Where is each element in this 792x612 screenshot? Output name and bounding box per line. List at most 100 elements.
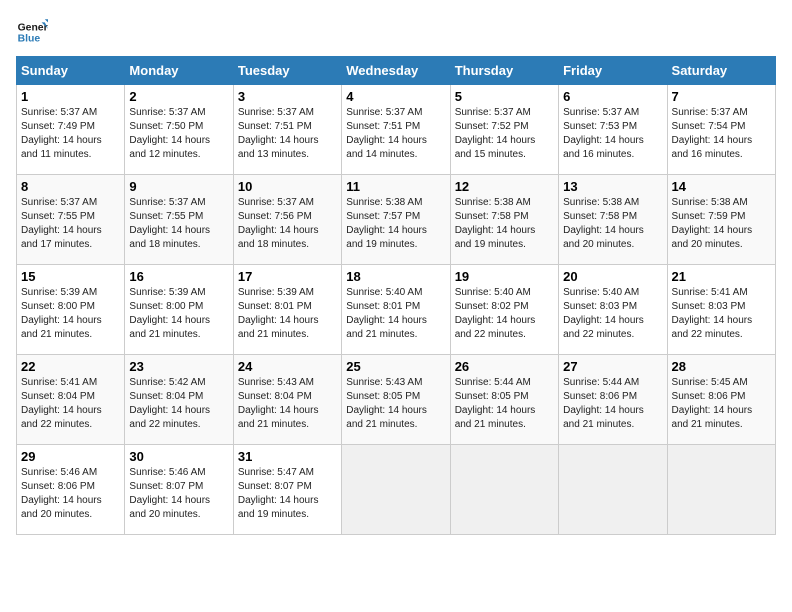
- day-info: Sunrise: 5:37 AMSunset: 7:54 PMDaylight:…: [672, 107, 753, 160]
- empty-cell: [342, 445, 450, 535]
- day-info: Sunrise: 5:44 AMSunset: 8:06 PMDaylight:…: [563, 377, 644, 430]
- day-info: Sunrise: 5:42 AMSunset: 8:04 PMDaylight:…: [129, 377, 210, 430]
- day-info: Sunrise: 5:39 AMSunset: 8:00 PMDaylight:…: [21, 287, 102, 340]
- day-info: Sunrise: 5:41 AMSunset: 8:03 PMDaylight:…: [672, 287, 753, 340]
- day-info: Sunrise: 5:46 AMSunset: 8:06 PMDaylight:…: [21, 467, 102, 520]
- svg-text:Blue: Blue: [18, 34, 41, 45]
- day-cell-23: 23 Sunrise: 5:42 AMSunset: 8:04 PMDaylig…: [125, 355, 233, 445]
- header-wednesday: Wednesday: [342, 57, 450, 85]
- header-friday: Friday: [559, 57, 667, 85]
- day-cell-4: 4 Sunrise: 5:37 AMSunset: 7:51 PMDayligh…: [342, 85, 450, 175]
- calendar-header-row: SundayMondayTuesdayWednesdayThursdayFrid…: [17, 57, 776, 85]
- day-cell-7: 7 Sunrise: 5:37 AMSunset: 7:54 PMDayligh…: [667, 85, 775, 175]
- day-number: 22: [21, 359, 120, 374]
- day-cell-22: 22 Sunrise: 5:41 AMSunset: 8:04 PMDaylig…: [17, 355, 125, 445]
- day-cell-13: 13 Sunrise: 5:38 AMSunset: 7:58 PMDaylig…: [559, 175, 667, 265]
- day-cell-31: 31 Sunrise: 5:47 AMSunset: 8:07 PMDaylig…: [233, 445, 341, 535]
- day-info: Sunrise: 5:39 AMSunset: 8:01 PMDaylight:…: [238, 287, 319, 340]
- day-number: 4: [346, 89, 445, 104]
- day-number: 8: [21, 179, 120, 194]
- day-number: 27: [563, 359, 662, 374]
- day-number: 23: [129, 359, 228, 374]
- empty-cell: [559, 445, 667, 535]
- day-info: Sunrise: 5:43 AMSunset: 8:04 PMDaylight:…: [238, 377, 319, 430]
- day-info: Sunrise: 5:37 AMSunset: 7:55 PMDaylight:…: [129, 197, 210, 250]
- day-info: Sunrise: 5:39 AMSunset: 8:00 PMDaylight:…: [129, 287, 210, 340]
- calendar-table: SundayMondayTuesdayWednesdayThursdayFrid…: [16, 56, 776, 535]
- day-cell-30: 30 Sunrise: 5:46 AMSunset: 8:07 PMDaylig…: [125, 445, 233, 535]
- day-number: 24: [238, 359, 337, 374]
- day-info: Sunrise: 5:38 AMSunset: 7:58 PMDaylight:…: [455, 197, 536, 250]
- day-cell-1: 1 Sunrise: 5:37 AMSunset: 7:49 PMDayligh…: [17, 85, 125, 175]
- day-cell-8: 8 Sunrise: 5:37 AMSunset: 7:55 PMDayligh…: [17, 175, 125, 265]
- day-number: 16: [129, 269, 228, 284]
- day-number: 19: [455, 269, 554, 284]
- day-number: 29: [21, 449, 120, 464]
- calendar-week-1: 1 Sunrise: 5:37 AMSunset: 7:49 PMDayligh…: [17, 85, 776, 175]
- day-cell-16: 16 Sunrise: 5:39 AMSunset: 8:00 PMDaylig…: [125, 265, 233, 355]
- day-cell-6: 6 Sunrise: 5:37 AMSunset: 7:53 PMDayligh…: [559, 85, 667, 175]
- day-info: Sunrise: 5:37 AMSunset: 7:53 PMDaylight:…: [563, 107, 644, 160]
- day-info: Sunrise: 5:44 AMSunset: 8:05 PMDaylight:…: [455, 377, 536, 430]
- header-tuesday: Tuesday: [233, 57, 341, 85]
- day-info: Sunrise: 5:37 AMSunset: 7:55 PMDaylight:…: [21, 197, 102, 250]
- day-number: 11: [346, 179, 445, 194]
- logo: General Blue: [16, 16, 48, 48]
- day-cell-21: 21 Sunrise: 5:41 AMSunset: 8:03 PMDaylig…: [667, 265, 775, 355]
- day-cell-17: 17 Sunrise: 5:39 AMSunset: 8:01 PMDaylig…: [233, 265, 341, 355]
- day-cell-27: 27 Sunrise: 5:44 AMSunset: 8:06 PMDaylig…: [559, 355, 667, 445]
- day-info: Sunrise: 5:45 AMSunset: 8:06 PMDaylight:…: [672, 377, 753, 430]
- day-info: Sunrise: 5:38 AMSunset: 7:59 PMDaylight:…: [672, 197, 753, 250]
- header-sunday: Sunday: [17, 57, 125, 85]
- day-cell-12: 12 Sunrise: 5:38 AMSunset: 7:58 PMDaylig…: [450, 175, 558, 265]
- day-cell-29: 29 Sunrise: 5:46 AMSunset: 8:06 PMDaylig…: [17, 445, 125, 535]
- day-info: Sunrise: 5:38 AMSunset: 7:58 PMDaylight:…: [563, 197, 644, 250]
- day-cell-2: 2 Sunrise: 5:37 AMSunset: 7:50 PMDayligh…: [125, 85, 233, 175]
- day-info: Sunrise: 5:41 AMSunset: 8:04 PMDaylight:…: [21, 377, 102, 430]
- day-number: 14: [672, 179, 771, 194]
- calendar-week-3: 15 Sunrise: 5:39 AMSunset: 8:00 PMDaylig…: [17, 265, 776, 355]
- day-number: 28: [672, 359, 771, 374]
- calendar-week-4: 22 Sunrise: 5:41 AMSunset: 8:04 PMDaylig…: [17, 355, 776, 445]
- day-number: 6: [563, 89, 662, 104]
- calendar-week-5: 29 Sunrise: 5:46 AMSunset: 8:06 PMDaylig…: [17, 445, 776, 535]
- day-info: Sunrise: 5:40 AMSunset: 8:01 PMDaylight:…: [346, 287, 427, 340]
- day-number: 13: [563, 179, 662, 194]
- day-number: 2: [129, 89, 228, 104]
- day-number: 10: [238, 179, 337, 194]
- day-info: Sunrise: 5:37 AMSunset: 7:56 PMDaylight:…: [238, 197, 319, 250]
- day-info: Sunrise: 5:43 AMSunset: 8:05 PMDaylight:…: [346, 377, 427, 430]
- day-info: Sunrise: 5:40 AMSunset: 8:03 PMDaylight:…: [563, 287, 644, 340]
- day-info: Sunrise: 5:37 AMSunset: 7:50 PMDaylight:…: [129, 107, 210, 160]
- header-thursday: Thursday: [450, 57, 558, 85]
- day-number: 12: [455, 179, 554, 194]
- day-cell-5: 5 Sunrise: 5:37 AMSunset: 7:52 PMDayligh…: [450, 85, 558, 175]
- day-number: 18: [346, 269, 445, 284]
- day-info: Sunrise: 5:37 AMSunset: 7:51 PMDaylight:…: [346, 107, 427, 160]
- day-number: 7: [672, 89, 771, 104]
- page-header: General Blue: [16, 16, 776, 48]
- day-cell-10: 10 Sunrise: 5:37 AMSunset: 7:56 PMDaylig…: [233, 175, 341, 265]
- day-cell-19: 19 Sunrise: 5:40 AMSunset: 8:02 PMDaylig…: [450, 265, 558, 355]
- day-info: Sunrise: 5:37 AMSunset: 7:52 PMDaylight:…: [455, 107, 536, 160]
- day-number: 3: [238, 89, 337, 104]
- day-cell-25: 25 Sunrise: 5:43 AMSunset: 8:05 PMDaylig…: [342, 355, 450, 445]
- day-cell-3: 3 Sunrise: 5:37 AMSunset: 7:51 PMDayligh…: [233, 85, 341, 175]
- day-number: 15: [21, 269, 120, 284]
- day-number: 1: [21, 89, 120, 104]
- day-number: 25: [346, 359, 445, 374]
- day-info: Sunrise: 5:47 AMSunset: 8:07 PMDaylight:…: [238, 467, 319, 520]
- day-info: Sunrise: 5:37 AMSunset: 7:51 PMDaylight:…: [238, 107, 319, 160]
- empty-cell: [667, 445, 775, 535]
- calendar-week-2: 8 Sunrise: 5:37 AMSunset: 7:55 PMDayligh…: [17, 175, 776, 265]
- day-cell-15: 15 Sunrise: 5:39 AMSunset: 8:00 PMDaylig…: [17, 265, 125, 355]
- day-cell-24: 24 Sunrise: 5:43 AMSunset: 8:04 PMDaylig…: [233, 355, 341, 445]
- day-info: Sunrise: 5:46 AMSunset: 8:07 PMDaylight:…: [129, 467, 210, 520]
- empty-cell: [450, 445, 558, 535]
- day-cell-20: 20 Sunrise: 5:40 AMSunset: 8:03 PMDaylig…: [559, 265, 667, 355]
- logo-icon: General Blue: [16, 16, 48, 48]
- header-monday: Monday: [125, 57, 233, 85]
- day-number: 17: [238, 269, 337, 284]
- day-number: 9: [129, 179, 228, 194]
- day-number: 21: [672, 269, 771, 284]
